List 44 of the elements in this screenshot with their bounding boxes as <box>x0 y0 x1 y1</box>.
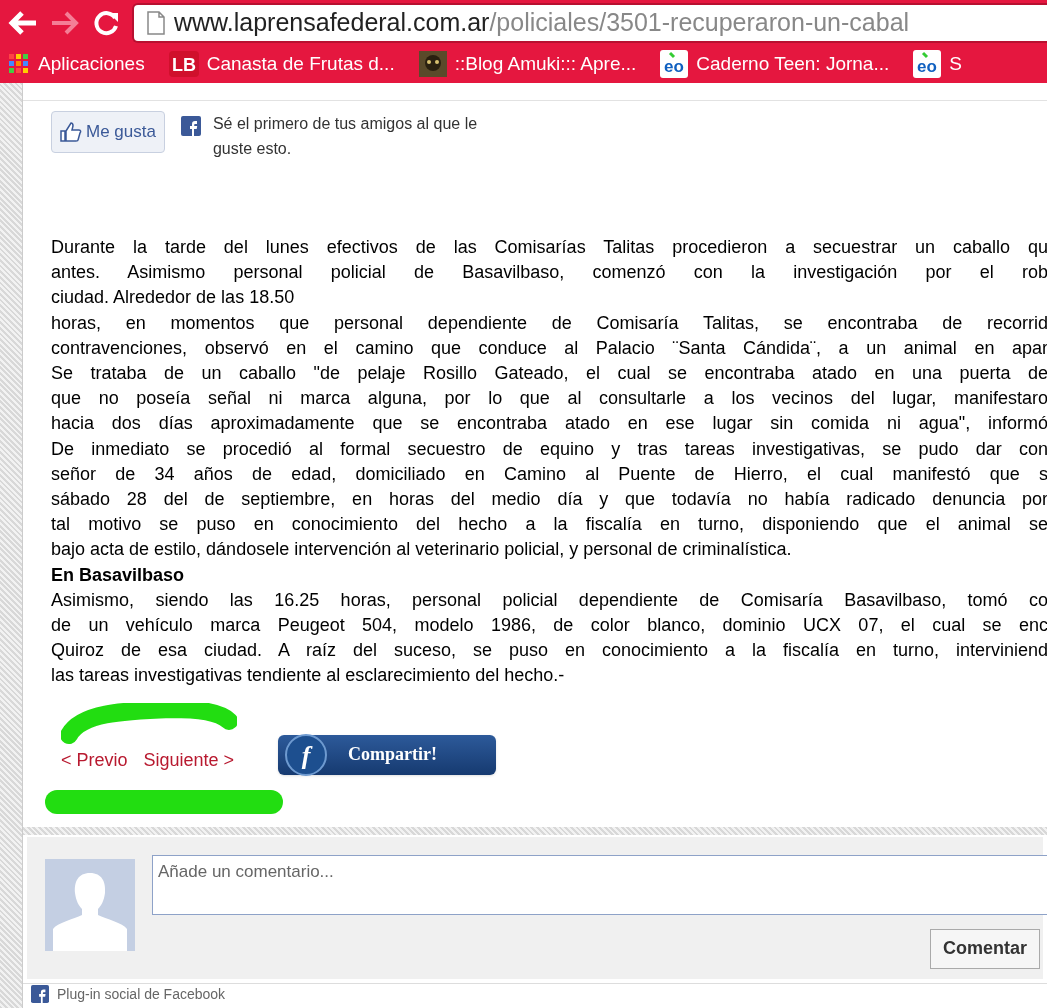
thumbnail-icon <box>418 51 447 77</box>
like-button[interactable]: Me gusta <box>51 111 165 153</box>
section-heading: En Basavilbaso <box>51 563 186 587</box>
bookmark-item[interactable]: LB Canasta de Frutas d... <box>168 49 395 79</box>
plugin-footer: Plug-in social de Facebook <box>57 985 226 1002</box>
article-text-line: las tareas investigativas tendiente al esclarecimiento del hecho.- <box>51 664 565 688</box>
article-text-line: Se trataba de un caballo "de pelaje Rosillo Gateado, el cual se encontraba atado en una puerta de <box>51 362 1047 385</box>
thumbs-up-icon <box>60 122 82 142</box>
article-text-line: antes. Asimismo personal policial de Basavilbaso, comenzó con la investigación por el rob <box>51 261 1047 285</box>
bookmark-item[interactable]: eo Caderno Teen: Jorna... <box>660 49 890 79</box>
article-text-line: horas, en momentos que personal dependiente de Comisaría Talitas, se encontraba de recorrid <box>51 311 1047 335</box>
bookmark-item[interactable]: eo S <box>913 49 962 79</box>
lb-logo-icon: LB <box>168 51 199 77</box>
page-icon <box>146 9 166 36</box>
facebook-badge-icon: f <box>284 732 328 777</box>
article-text-line: de un vehículo marca Peugeot 504, modelo 1986, de color blanco, dominio UCX 07, el cual se enc <box>51 614 1047 638</box>
article-text-line: hacia dos días aproximadamente que se encontraba atado en ese lugar sin comida ni agua", informó <box>51 412 1047 436</box>
address-bar[interactable]: www.laprensafederal.com.ar/policiales/3501-recuperaron-un-cabal <box>132 2 1047 43</box>
article-text-line: Asimismo, siendo las 16.25 horas, personal policial dependiente de Comisaría Basavilbaso, tomó co <box>51 588 1047 612</box>
article-text-line: tal motivo se puso en conocimiento del hecho a la fiscalía en turno, disponiendo que el animal se <box>51 513 1047 537</box>
article-text-line: que no poseía señal ni marca alguna, por lo que al consultarle a los vecinos del lugar, manifestaro <box>51 387 1047 411</box>
article-text-line: sábado 28 del de septiembre, en horas del medio día y que todavía no había radicado denuncia por <box>51 488 1047 512</box>
social-text: Sé el primero de tus amigos al que le guste esto. <box>212 114 479 159</box>
previous-link[interactable]: < Previo <box>61 746 128 774</box>
article-text-line: De inmediato se procedió al formal secuestro de equino y tras tareas investigativas, se pudo dar con <box>51 437 1047 461</box>
eo-logo-icon: eo <box>660 50 689 78</box>
article-text-line: Quiroz de esa ciudad. A raíz del suceso, se puso en conocimiento a la fiscalía en turno, interviniend <box>51 639 1047 663</box>
facebook-icon <box>31 984 49 1003</box>
comment-button[interactable]: Comentar <box>930 928 1040 969</box>
share-button[interactable]: f Compartir! <box>278 734 496 775</box>
back-arrow-icon[interactable] <box>8 9 38 36</box>
article-text-line: ciudad. Alrededor de las 18.50 <box>51 286 295 310</box>
comment-field[interactable]: Añade un comentario... <box>152 854 1047 915</box>
bookmark-item[interactable]: Aplicaciones <box>8 49 145 79</box>
eo-logo-icon: eo <box>913 50 942 78</box>
article-text-line: señor de 34 años de edad, domiciliado en Camino al Puente de Hierro, el cual manifestó que s <box>51 462 1047 486</box>
article-text-line: contravenciones, observó en el camino que conduce al Palacio ¨Santa Cándida¨, a un animal en apar <box>51 336 1047 360</box>
apps-grid-icon <box>8 53 30 75</box>
article-text-line: Durante la tarde del lunes efectivos de las Comisarías Talitas procedieron a secuestrar un caballo qu <box>51 236 1047 259</box>
facebook-icon <box>180 116 201 136</box>
reload-icon[interactable] <box>92 8 120 37</box>
next-link[interactable]: Siguiente > <box>143 746 235 774</box>
article-text-line: bajo acta de estilo, dándosele intervención al veterinario policial, y personal de criminalística. <box>51 538 792 562</box>
bookmark-item[interactable]: ::Blog Amuki::: Apre... <box>418 49 637 79</box>
